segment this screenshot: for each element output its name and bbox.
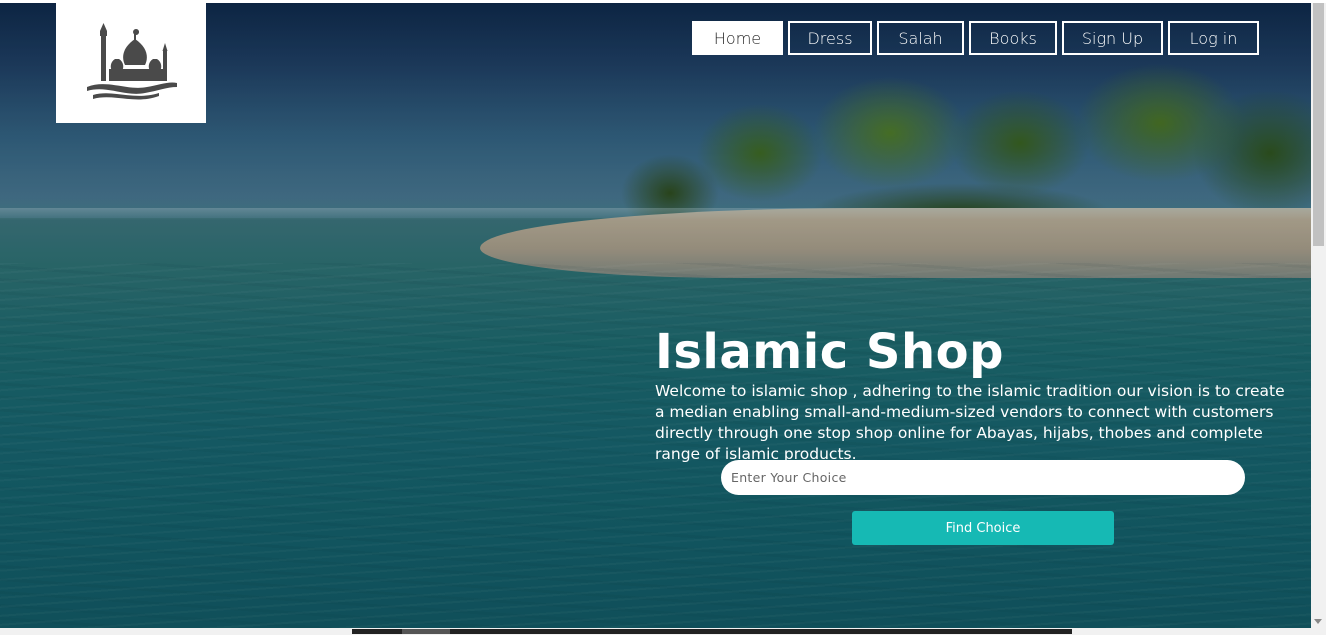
vertical-scrollbar-thumb[interactable]	[1313, 3, 1324, 246]
find-choice-button[interactable]: Find Choice	[852, 511, 1114, 545]
nav-salah[interactable]: Salah	[877, 21, 964, 55]
nav-books[interactable]: Books	[969, 21, 1057, 55]
page-title: Islamic Shop	[655, 324, 1004, 380]
hero-background: Home Dress Salah Books Sign Up Log in Is…	[0, 3, 1311, 628]
horizontal-scrollbar-grip[interactable]	[402, 629, 450, 634]
mosque-icon	[87, 23, 177, 100]
vertical-scrollbar[interactable]	[1311, 3, 1326, 628]
nav-log-in[interactable]: Log in	[1168, 21, 1259, 55]
hero-content: Islamic Shop Welcome to islamic shop , a…	[655, 325, 1295, 465]
horizontal-scrollbar-thumb[interactable]	[352, 629, 1072, 634]
nav-sign-up[interactable]: Sign Up	[1062, 21, 1163, 55]
search-input[interactable]	[721, 460, 1245, 495]
horizontal-scrollbar[interactable]	[0, 628, 1326, 635]
hero-description: Welcome to islamic shop , adhering to th…	[655, 382, 1285, 463]
nav-dress[interactable]: Dress	[788, 21, 872, 55]
logo[interactable]	[56, 3, 206, 123]
main-nav: Home Dress Salah Books Sign Up Log in	[692, 21, 1259, 55]
scroll-down-icon[interactable]	[1314, 619, 1322, 624]
nav-home[interactable]: Home	[692, 21, 783, 55]
